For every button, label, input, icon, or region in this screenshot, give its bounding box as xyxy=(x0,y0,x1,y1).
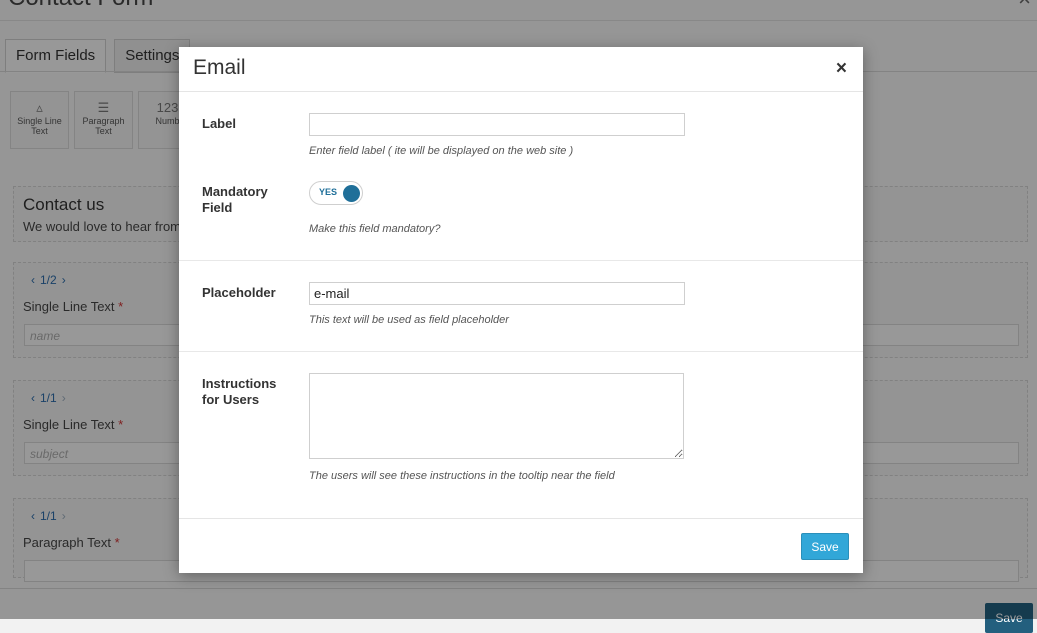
section-divider xyxy=(179,351,863,352)
instructions-help-text: The users will see these instructions in… xyxy=(309,470,615,482)
dialog-title: Email xyxy=(193,56,246,79)
label-field-label: Label xyxy=(202,116,236,131)
save-button[interactable]: Save xyxy=(801,533,849,560)
dialog-header: Email × xyxy=(179,47,863,92)
toggle-knob xyxy=(343,185,360,202)
footer-divider xyxy=(179,518,863,519)
mandatory-help-text: Make this field mandatory? xyxy=(309,223,441,235)
mandatory-toggle[interactable]: YES xyxy=(309,181,363,205)
placeholder-input[interactable] xyxy=(309,282,685,305)
mandatory-field-label: Mandatory Field xyxy=(202,184,268,215)
toggle-state-text: YES xyxy=(319,187,338,197)
label-help-text: Enter field label ( ite will be displaye… xyxy=(309,145,574,157)
section-divider xyxy=(179,260,863,261)
placeholder-field-label: Placeholder xyxy=(202,285,276,300)
email-field-dialog: Email × Label Enter field label ( ite wi… xyxy=(179,47,863,573)
placeholder-help-text: This text will be used as field placehol… xyxy=(309,314,509,326)
label-input[interactable] xyxy=(309,113,685,136)
instructions-textarea[interactable] xyxy=(309,373,684,459)
instructions-field-label: Instructions for Users xyxy=(202,376,277,407)
close-icon[interactable]: × xyxy=(836,58,847,80)
